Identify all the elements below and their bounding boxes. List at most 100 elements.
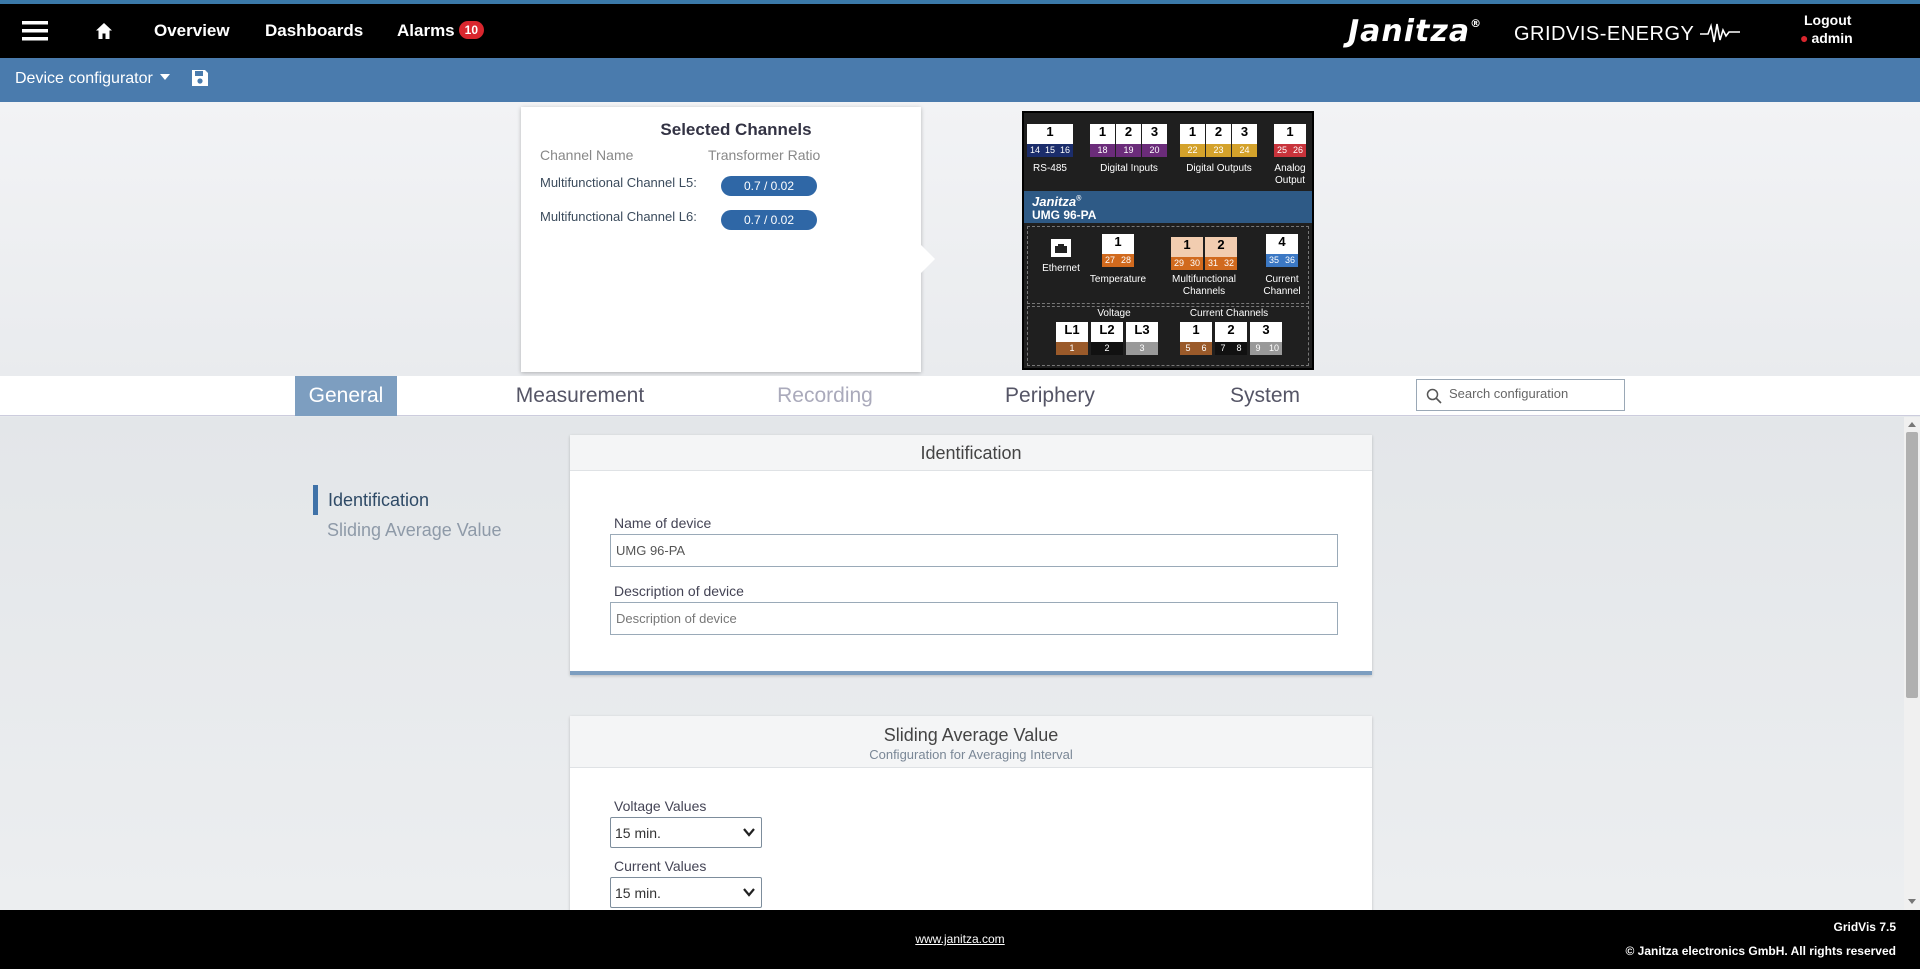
heartbeat-icon — [1700, 23, 1741, 43]
temperature-port[interactable]: 1 — [1102, 234, 1134, 254]
brand-name: Janitza — [1348, 14, 1471, 49]
device-brand-mark: ® — [1076, 195, 1082, 203]
device-description-field[interactable] — [610, 602, 1338, 635]
multifunctional-channels-label: Multifunctional Channels — [1172, 274, 1236, 297]
pin-label: 35 — [1266, 254, 1282, 267]
pin-label: 36 — [1282, 254, 1298, 267]
pin-label: 8 — [1231, 342, 1247, 355]
pin-label: 16 — [1057, 144, 1073, 157]
digital-outputs-label: Digital Outputs — [1186, 163, 1252, 174]
product-name: GRIDVIS-ENERGY — [1514, 22, 1741, 46]
identification-card: Identification Name of device Descriptio… — [570, 435, 1372, 675]
identification-title: Identification — [570, 435, 1372, 471]
sub-toolbar: Device configurator — [0, 58, 1920, 102]
digital-input-port[interactable]: 3 — [1142, 124, 1167, 144]
rs485-label: RS-485 — [1033, 163, 1067, 174]
config-content-area: Identification Sliding Average Value Ide… — [0, 417, 1920, 910]
save-icon[interactable] — [190, 68, 210, 93]
ethernet-port-icon[interactable] — [1051, 239, 1071, 257]
transformer-ratio-header: Transformer Ratio — [708, 147, 821, 163]
analog-output-port[interactable]: 1 — [1274, 124, 1306, 144]
pin-label: 24 — [1232, 144, 1257, 157]
current-channel-port[interactable]: 1 — [1180, 322, 1212, 342]
voltage-port[interactable]: L1 — [1056, 322, 1088, 342]
user-icon: ● — [1800, 30, 1809, 46]
pin-label: 26 — [1290, 144, 1306, 157]
pin-label: 25 — [1274, 144, 1290, 157]
device-configurator-dropdown[interactable]: Device configurator — [15, 70, 170, 88]
current-channel-port[interactable]: 4 — [1266, 234, 1298, 254]
janitza-logo: Janitza® — [1348, 14, 1482, 49]
product-label: GRIDVIS-ENERGY — [1514, 23, 1694, 45]
search-icon — [1426, 388, 1442, 404]
caret-down-icon — [159, 74, 170, 80]
brand-registered-mark: ® — [1470, 17, 1483, 30]
voltage-values-select[interactable]: 15 min. — [610, 817, 762, 848]
current-channel-label: Current Channel — [1263, 274, 1301, 297]
voltage-port[interactable]: L3 — [1126, 322, 1158, 342]
sliding-average-subtitle: Configuration for Averaging Interval — [869, 747, 1073, 762]
nav-alarms[interactable]: Alarms 10 — [397, 21, 484, 41]
device-name-label: Name of device — [614, 515, 712, 531]
logout-link[interactable]: Logout — [1804, 12, 1851, 28]
voltage-title: Voltage — [1097, 308, 1131, 319]
tab-recording[interactable]: Recording — [745, 376, 905, 416]
search-input[interactable] — [1449, 386, 1619, 401]
device-brand-name: Janitza — [1032, 194, 1077, 209]
pin-label: 3 — [1126, 342, 1158, 355]
digital-output-port[interactable]: 2 — [1206, 124, 1231, 144]
digital-inputs-label: Digital Inputs — [1100, 163, 1158, 174]
home-icon[interactable] — [95, 22, 113, 45]
scroll-up-icon[interactable] — [1908, 421, 1916, 427]
pin-label: 5 — [1180, 342, 1196, 355]
digital-output-port[interactable]: 1 — [1180, 124, 1205, 144]
voltage-port[interactable]: L2 — [1091, 322, 1123, 342]
pin-label: 19 — [1116, 144, 1141, 157]
nav-dashboards[interactable]: Dashboards — [265, 21, 363, 41]
section-nav-identification[interactable]: Identification — [313, 485, 501, 515]
top-navbar: Overview Dashboards Alarms 10 Janitza® GR… — [0, 4, 1920, 58]
rs485-port[interactable]: 1 — [1027, 124, 1073, 144]
current-values-select[interactable]: 15 min. — [610, 877, 762, 908]
multifunctional-channel-port[interactable]: 2 — [1205, 237, 1237, 257]
tab-measurement[interactable]: Measurement — [500, 376, 660, 416]
pin-label: 15 — [1042, 144, 1058, 157]
content-scrollbar[interactable] — [1904, 417, 1920, 910]
digital-output-port[interactable]: 3 — [1232, 124, 1257, 144]
tab-general[interactable]: General — [295, 376, 397, 416]
nav-overview[interactable]: Overview — [154, 21, 230, 41]
pin-label: 6 — [1196, 342, 1212, 355]
umg-96-pa-device-diagram: 1 14 15 16 RS-485 1 2 3 18 19 20 Digital… — [1022, 111, 1314, 370]
user-account[interactable]: ● admin — [1800, 30, 1853, 46]
scroll-down-icon[interactable] — [1908, 899, 1916, 905]
multifunctional-channel-port[interactable]: 1 — [1171, 237, 1203, 257]
tab-periphery[interactable]: Periphery — [970, 376, 1130, 416]
sliding-average-card: Sliding Average Value Configuration for … — [570, 716, 1372, 910]
config-tabs-bar: General Measurement Recording Periphery … — [0, 376, 1920, 416]
analog-output-label: Analog Output — [1274, 163, 1306, 186]
current-values-label: Current Values — [614, 858, 707, 874]
version-label: GridVis 7.5 — [1833, 920, 1896, 934]
tab-system[interactable]: System — [1185, 376, 1345, 416]
username: admin — [1811, 30, 1853, 46]
voltage-values-label: Voltage Values — [614, 798, 707, 814]
transformer-ratio-value[interactable]: 0.7 / 0.02 — [721, 176, 817, 196]
transformer-ratio-value[interactable]: 0.7 / 0.02 — [721, 210, 817, 230]
scrollbar-thumb[interactable] — [1906, 432, 1918, 698]
device-name-field[interactable] — [610, 534, 1338, 567]
current-channel-port[interactable]: 2 — [1215, 322, 1247, 342]
channel-name: Multifunctional Channel L6: — [540, 209, 697, 224]
menu-icon[interactable] — [22, 20, 48, 47]
alarm-count-badge: 10 — [458, 21, 484, 39]
sliding-average-title: Sliding Average Value — [883, 725, 1059, 745]
digital-input-port[interactable]: 1 — [1090, 124, 1115, 144]
pin-label: 29 — [1171, 257, 1187, 270]
section-nav-sliding-average[interactable]: Sliding Average Value — [313, 515, 501, 545]
sliding-average-header: Sliding Average Value Configuration for … — [570, 716, 1372, 768]
nav-alarms-label: Alarms — [397, 21, 455, 40]
pin-label: 30 — [1187, 257, 1203, 270]
digital-input-port[interactable]: 2 — [1116, 124, 1141, 144]
current-channel-port[interactable]: 3 — [1250, 322, 1282, 342]
pin-label: 31 — [1205, 257, 1221, 270]
current-channels-title: Current Channels — [1189, 308, 1269, 319]
